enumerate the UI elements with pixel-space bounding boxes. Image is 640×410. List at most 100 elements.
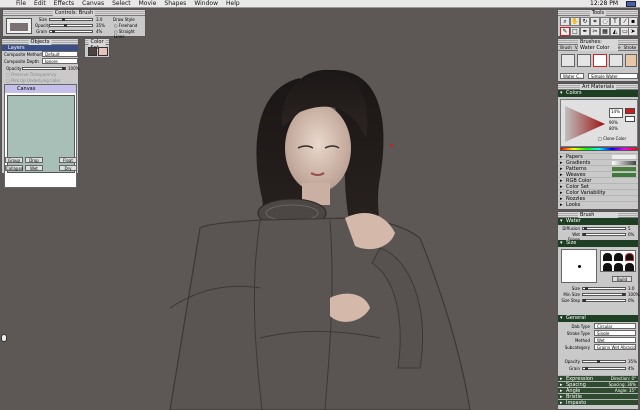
brush-variant-select[interactable]: Simple Water [588, 73, 638, 79]
dry-button[interactable]: Dry [59, 165, 77, 171]
color-swatch-dark[interactable] [88, 47, 97, 56]
lasso-icon[interactable]: ◌ [600, 17, 610, 26]
menu-file[interactable]: File [12, 0, 30, 7]
hand-icon[interactable]: ✋ [570, 17, 580, 26]
menu-help[interactable]: Help [222, 0, 244, 7]
menu-select[interactable]: Select [108, 0, 135, 7]
composite-depth-select[interactable]: Ignore [42, 58, 78, 64]
menu-window[interactable]: Window [190, 0, 222, 7]
text-icon[interactable]: T [610, 17, 620, 26]
objects-titlebar[interactable]: Objects [2, 39, 78, 45]
straight-lines-radio[interactable]: ○ Straight Lines [114, 29, 145, 39]
preserve-transparency-checkbox[interactable]: □ Preserve Transparency [6, 72, 56, 77]
freehand-radio[interactable]: ○ Freehand [114, 23, 137, 28]
wet-button[interactable]: Wet [25, 165, 43, 171]
general-grain-slider[interactable] [582, 367, 626, 370]
pick-up-color-checkbox[interactable]: □ Pick Up Underlying Color [6, 78, 61, 83]
brush-icon-pencil[interactable] [561, 54, 575, 67]
bc-opacity-slider[interactable] [49, 24, 93, 27]
color-swatch-skin[interactable] [98, 47, 108, 56]
stroke-type-select[interactable]: Single [594, 330, 636, 336]
bucket-icon[interactable]: ◭ [610, 27, 620, 36]
wet-fringe-thumb[interactable] [583, 233, 586, 236]
diffusion-thumb[interactable] [584, 227, 588, 230]
size-section[interactable]: Size [558, 240, 638, 247]
composite-method-select[interactable]: Default [42, 51, 78, 57]
size-step-thumb[interactable] [583, 299, 586, 302]
rotate-icon[interactable]: ↻ [580, 17, 590, 26]
bc-grain-thumb[interactable] [51, 30, 55, 33]
colors-section[interactable]: Colors [558, 90, 638, 97]
subcategory-select[interactable]: Grainy Wet Abrasion [594, 344, 636, 350]
menu-edit[interactable]: Edit [30, 0, 50, 7]
brush-controls-panel: Brush Controls Water Diffusion 5 Wet Fri… [557, 211, 639, 410]
brush-icon-oil[interactable] [625, 54, 637, 67]
bc-grain-slider[interactable] [49, 30, 93, 33]
hue-ring-strip[interactable] [560, 147, 638, 151]
collapse-button[interactable]: Collapse [5, 165, 23, 171]
layer-opacity-slider[interactable] [22, 67, 66, 70]
bc-opacity-thumb[interactable] [64, 24, 68, 27]
scissors-icon[interactable]: ✂ [590, 27, 600, 36]
bc-size-slider[interactable] [49, 18, 93, 21]
tab-stroke[interactable]: Stroke [622, 45, 638, 50]
toolbox-palette: Tools ⌕ ✋ ↻ ⌗ ◌ T ⁄ ▪ ✎ □ ✒ ✂ ▦ ◭ ▭ ➤ [557, 9, 639, 37]
brush-icon[interactable]: ✎ [560, 27, 570, 36]
general-section[interactable]: General [558, 315, 638, 322]
general-grain-label: Grain [569, 366, 580, 371]
brush-selector-palette: Brushes: Water Color Brush Variant Contr… [557, 38, 639, 82]
magnifier-icon[interactable]: ⌕ [560, 17, 570, 26]
min-size-thumb[interactable] [621, 293, 625, 296]
brush-icon-watercolor[interactable] [593, 54, 607, 67]
clone-color-label: Clone Color [603, 136, 627, 141]
document-canvas[interactable] [0, 8, 556, 410]
brush-icon-airbrush[interactable] [609, 54, 623, 67]
pointer-icon[interactable]: ➤ [628, 27, 638, 36]
menu-effects[interactable]: Effects [50, 0, 78, 7]
menu-canvas[interactable]: Canvas [78, 0, 108, 7]
bc-size-thumb[interactable] [62, 18, 66, 21]
brush-selector-titlebar[interactable]: Brushes: Water Color [558, 39, 638, 51]
dropper-icon[interactable]: ▪ [628, 17, 638, 26]
layer-opacity-label: Opacity [6, 66, 22, 71]
brush-controls-titlebar[interactable]: Controls: Brush [3, 10, 145, 16]
diffusion-slider[interactable] [582, 227, 626, 230]
build-button[interactable]: Build [612, 276, 632, 282]
wet-fringe-slider[interactable] [582, 233, 626, 236]
section-impasto[interactable]: Impasto [558, 399, 638, 406]
secondary-color-swatch[interactable] [625, 116, 635, 122]
general-grain-thumb[interactable] [584, 367, 588, 370]
general-opacity-thumb[interactable] [596, 360, 600, 363]
color-set-titlebar[interactable]: Color Set [85, 39, 109, 51]
float-button[interactable]: Float [59, 157, 77, 163]
brush-icon-charcoal[interactable] [577, 54, 591, 67]
clone-color-checkbox[interactable]: □ Clone Color [598, 136, 626, 141]
pen-icon[interactable]: ✒ [580, 27, 590, 36]
application-icon[interactable] [626, 1, 636, 7]
size-thumb[interactable] [584, 287, 588, 290]
size-step-slider[interactable] [582, 299, 626, 302]
brush-tip-profiles[interactable] [600, 250, 636, 272]
toolbox-titlebar[interactable]: Tools [558, 10, 638, 16]
brush-category-select[interactable]: Water C... [560, 73, 584, 79]
crop-icon[interactable]: ⌗ [590, 17, 600, 26]
layer-row-canvas[interactable]: Canvas [5, 85, 76, 93]
gradient-icon[interactable]: ▦ [600, 27, 610, 36]
primary-color-swatch[interactable] [625, 108, 635, 114]
size-slider[interactable] [582, 287, 626, 290]
tab-brush[interactable]: Brush [558, 45, 574, 50]
group-button[interactable]: Group [5, 157, 23, 163]
shape-icon[interactable]: □ [570, 27, 580, 36]
brush-preview-swatch[interactable] [6, 18, 32, 34]
menu-movie[interactable]: Movie [135, 0, 161, 7]
general-opacity-slider[interactable] [582, 360, 626, 363]
method-select[interactable]: Wet [594, 337, 636, 343]
hue-value: 14% [611, 109, 620, 114]
list-looks[interactable]: Looks [558, 201, 638, 208]
drop-button[interactable]: Drop [25, 157, 43, 163]
dab-type-select[interactable]: Circular [594, 323, 636, 329]
water-section[interactable]: Water [558, 218, 638, 225]
layer-opacity-thumb[interactable] [61, 67, 65, 70]
min-size-slider[interactable] [582, 293, 626, 296]
menu-shapes[interactable]: Shapes [160, 0, 190, 7]
